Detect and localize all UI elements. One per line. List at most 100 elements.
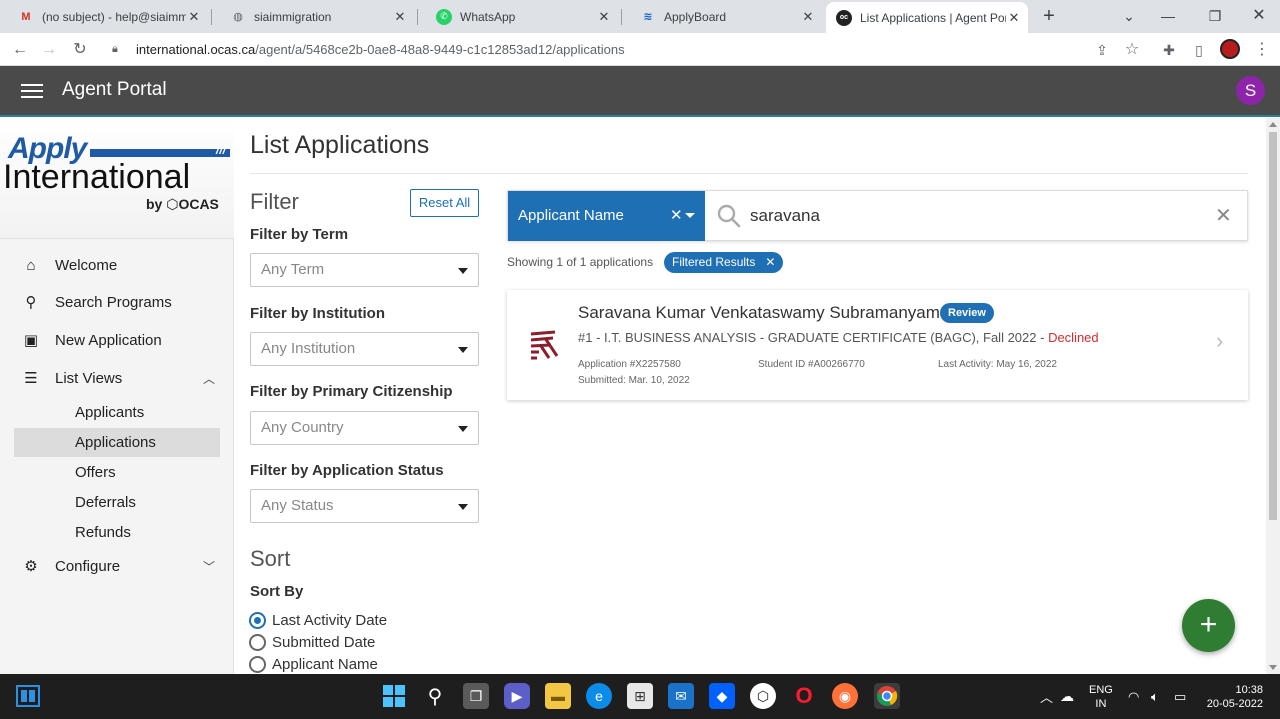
close-window-icon[interactable]: ✕ <box>1247 4 1271 28</box>
apply-international-logo: Apply International by ⬡OCAS <box>0 118 234 239</box>
app-shield-icon[interactable]: ⬡ <box>750 683 776 709</box>
side-panel-icon[interactable]: ▯ <box>1187 38 1211 62</box>
close-tab-icon[interactable]: ✕ <box>800 9 816 25</box>
sort-option-last-activity[interactable]: Last Activity Date <box>249 612 387 629</box>
back-icon[interactable]: ← <box>8 38 32 62</box>
search-bar: Applicant Name ✕ ✕ <box>507 190 1248 241</box>
search-type-select[interactable]: Applicant Name ✕ <box>508 191 705 241</box>
scroll-down-icon[interactable] <box>1269 665 1277 670</box>
home-icon: ⌂ <box>26 256 36 274</box>
minimize-icon[interactable]: — <box>1156 4 1180 28</box>
submitted-date: Submitted: Mar. 10, 2022 <box>578 375 690 386</box>
show-hidden-icons[interactable]: ︿ <box>1040 674 1053 719</box>
tab-title: List Applications | Agent Port <box>860 10 1006 25</box>
sidebar-subitem-applications[interactable]: Applications <box>14 428 220 457</box>
windows-start-icon[interactable] <box>381 683 407 709</box>
reload-icon[interactable]: ↻ <box>68 38 92 62</box>
filter-institution-select[interactable]: Any Institution <box>250 332 479 366</box>
firefox-icon[interactable]: ◉ <box>832 683 858 709</box>
chrome-icon[interactable] <box>874 683 900 709</box>
applicant-name[interactable]: Saravana Kumar Venkataswamy Subramanyam <box>578 303 940 323</box>
volume-icon[interactable]: 🔈︎ <box>1151 674 1159 719</box>
page-scrollbar[interactable] <box>1266 118 1280 674</box>
edge-icon[interactable]: e <box>586 683 612 709</box>
close-tab-icon[interactable]: ✕ <box>186 9 202 25</box>
close-tab-icon[interactable]: ✕ <box>1006 10 1022 26</box>
application-number: Application #X2257580 <box>578 359 681 370</box>
sidebar-item-welcome[interactable]: ⌂ Welcome <box>0 248 234 282</box>
dropbox-icon[interactable]: ◆ <box>709 683 735 709</box>
file-explorer-icon[interactable]: ▬ <box>545 683 571 709</box>
new-tab-button[interactable]: + <box>1037 4 1061 28</box>
browser-menu-icon[interactable]: ⋮ <box>1250 38 1274 62</box>
clock[interactable]: 10:38 20-05-2022 <box>1203 674 1263 719</box>
sidebar-item-label: Configure <box>55 557 121 575</box>
sidebar-item-list-views[interactable]: ☰ List Views ︿ <box>0 361 234 395</box>
search-icon <box>717 204 741 228</box>
filter-citizenship-value: Any Country <box>261 419 344 436</box>
user-avatar[interactable]: S <box>1236 76 1265 105</box>
list-icon: ☰ <box>24 370 38 387</box>
sidebar-subitem-offers[interactable]: Offers <box>14 458 220 487</box>
hamburger-menu-icon[interactable] <box>21 80 43 102</box>
chat-icon[interactable]: ▶ <box>504 683 530 709</box>
browser-tab-siaimmigration[interactable]: ◍ siaimmigration ✕ <box>212 0 418 33</box>
sidebar-item-search-programs[interactable]: ⚲ Search Programs <box>0 285 234 319</box>
browser-tab-applyboard[interactable]: ≋ ApplyBoard ✕ <box>622 0 826 33</box>
clear-search-icon[interactable]: ✕ <box>1215 203 1232 228</box>
onedrive-cloud-icon[interactable]: ☁ <box>1060 674 1074 719</box>
forward-icon[interactable]: → <box>37 38 61 62</box>
browser-profile-avatar[interactable] <box>1220 39 1240 59</box>
radio-button[interactable] <box>249 656 266 673</box>
radio-button[interactable] <box>249 634 266 651</box>
scrollbar-thumb[interactable] <box>1269 132 1277 520</box>
browser-tab-whatsapp[interactable]: ✆ WhatsApp ✕ <box>418 0 622 33</box>
address-bar[interactable]: 🔒︎ international.ocas.ca /agent/a/5468ce… <box>100 37 1150 62</box>
windows-taskbar: ⚲ ❐ ▶ ▬ e ⊞ ✉ ◆ ⬡ O ◉ ︿ ☁ ENG IN ◠ 🔈︎ ▭ … <box>0 674 1280 719</box>
browser-tab-gmail[interactable]: M (no subject) - help@siaimmig ✕ <box>0 0 212 33</box>
dropdown-caret-icon[interactable] <box>685 213 695 218</box>
filtered-results-chip[interactable]: Filtered Results ✕ <box>664 252 784 273</box>
browser-tab-agent-portal[interactable]: oc List Applications | Agent Port ✕ <box>826 2 1028 33</box>
filter-term-select[interactable]: Any Term <box>250 253 479 287</box>
close-tab-icon[interactable]: ✕ <box>596 9 612 25</box>
close-tab-icon[interactable]: ✕ <box>392 9 408 25</box>
tab-search-icon[interactable]: ⌄ <box>1117 4 1141 28</box>
scroll-up-icon[interactable] <box>1269 122 1277 127</box>
sort-option-applicant-name[interactable]: Applicant Name <box>249 656 378 673</box>
main-content: List Applications Filter Reset All Filte… <box>235 118 1265 674</box>
add-application-fab[interactable]: + <box>1182 599 1235 652</box>
battery-icon[interactable]: ▭ <box>1174 674 1186 719</box>
mail-icon[interactable]: ✉ <box>668 683 694 709</box>
bookmark-star-icon[interactable]: ☆ <box>1120 38 1144 62</box>
dropdown-caret-icon <box>458 268 468 274</box>
sort-option-submitted-date[interactable]: Submitted Date <box>249 634 375 651</box>
wifi-icon[interactable]: ◠ <box>1128 674 1139 719</box>
application-card[interactable]: Saravana Kumar Venkataswamy Subramanyam … <box>507 290 1248 400</box>
chevron-right-icon[interactable]: › <box>1216 328 1223 354</box>
program-line: #1 - I.T. BUSINESS ANALYSIS - GRADUATE C… <box>578 330 1099 345</box>
store-icon[interactable]: ⊞ <box>627 683 653 709</box>
clear-search-type-icon[interactable]: ✕ <box>670 191 683 241</box>
radio-button[interactable] <box>249 612 266 629</box>
task-view-windows-icon[interactable]: ❐ <box>463 683 489 709</box>
sidebar-subitem-refunds[interactable]: Refunds <box>14 518 220 547</box>
language-indicator[interactable]: ENG IN <box>1089 674 1113 719</box>
share-icon[interactable]: ⇪ <box>1090 38 1114 62</box>
filter-status-label: Filter by Application Status <box>250 462 444 479</box>
search-icon[interactable]: ⚲ <box>422 683 448 709</box>
sidebar-item-new-application[interactable]: ▣ New Application <box>0 323 234 357</box>
filter-status-select[interactable]: Any Status <box>250 489 479 523</box>
restore-icon[interactable]: ❐ <box>1203 4 1227 28</box>
sidebar-subitem-applicants[interactable]: Applicants <box>14 398 220 427</box>
task-view-icon[interactable] <box>15 683 41 709</box>
opera-icon[interactable]: O <box>791 683 817 709</box>
reset-all-button[interactable]: Reset All <box>410 189 479 217</box>
extensions-icon[interactable]: ✚ <box>1157 38 1181 62</box>
search-input[interactable] <box>750 191 1200 241</box>
sidebar-item-configure[interactable]: ⚙ Configure ﹀ <box>0 549 234 583</box>
sidebar-subitem-deferrals[interactable]: Deferrals <box>14 488 220 517</box>
search-type-label: Applicant Name <box>518 207 624 224</box>
filter-citizenship-select[interactable]: Any Country <box>250 411 479 445</box>
remove-chip-icon[interactable]: ✕ <box>765 252 775 273</box>
